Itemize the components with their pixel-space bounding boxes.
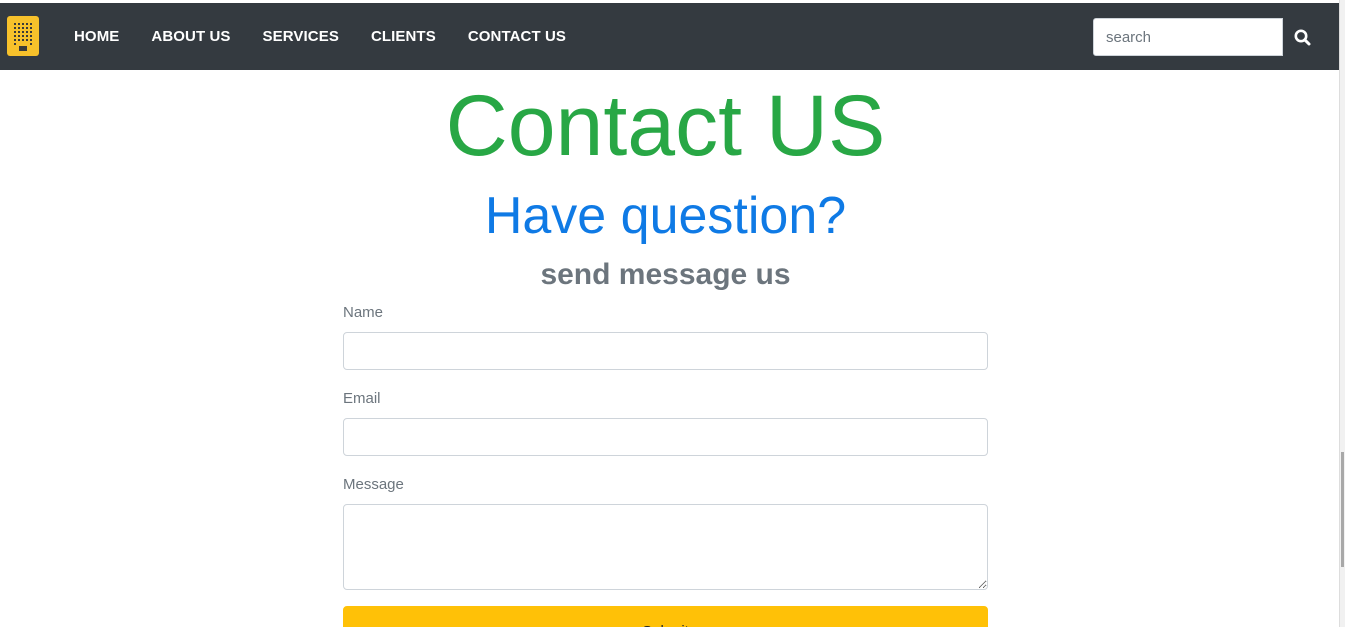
page-subtitle: Have question? xyxy=(484,187,847,245)
nav-link-home[interactable]: HOME xyxy=(58,28,135,45)
name-field[interactable] xyxy=(343,332,988,370)
form-heading: send message us xyxy=(540,258,791,291)
nav-link-clients[interactable]: CLIENTS xyxy=(355,28,452,45)
building-icon[interactable] xyxy=(7,16,39,56)
scrollbar-divider xyxy=(1339,0,1340,627)
nav-link-services[interactable]: SERVICES xyxy=(247,28,355,45)
search-input[interactable] xyxy=(1093,18,1283,56)
search-icon xyxy=(1288,29,1318,56)
submit-button[interactable]: Submit xyxy=(343,606,988,627)
message-textarea[interactable] xyxy=(343,504,988,590)
scrollbar-thumb[interactable] xyxy=(1341,452,1344,567)
message-label: Message xyxy=(343,476,404,493)
nav-links: HOME ABOUT US SERVICES CLIENTS CONTACT U… xyxy=(58,3,582,70)
navbar: HOME ABOUT US SERVICES CLIENTS CONTACT U… xyxy=(0,3,1339,70)
page: HOME ABOUT US SERVICES CLIENTS CONTACT U… xyxy=(0,0,1345,627)
nav-link-contact-us[interactable]: CONTACT US xyxy=(452,28,582,45)
name-label: Name xyxy=(343,304,384,321)
page-title: Contact US xyxy=(445,78,886,174)
email-label: Email xyxy=(343,390,381,407)
nav-link-about-us[interactable]: ABOUT US xyxy=(135,28,246,45)
search-button[interactable] xyxy=(1288,23,1318,53)
email-field[interactable] xyxy=(343,418,988,456)
